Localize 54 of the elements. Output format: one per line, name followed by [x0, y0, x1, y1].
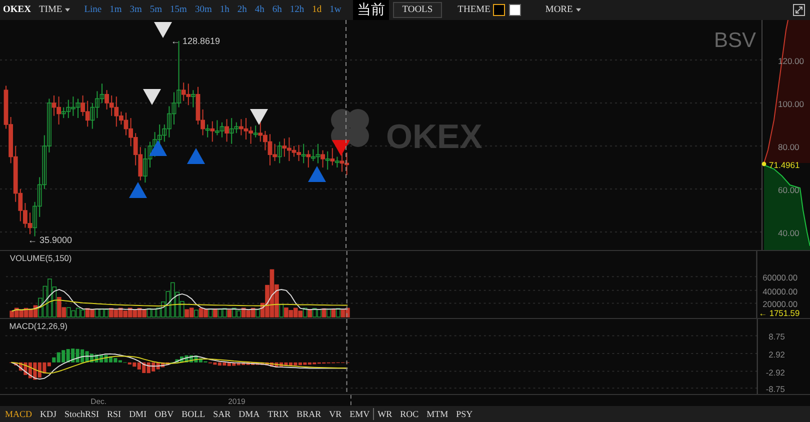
indicator-tab[interactable]: BRAR [296, 409, 322, 419]
indicator-tab[interactable]: StochRSI [64, 409, 100, 419]
tools-button[interactable]: TOOLS [393, 2, 442, 18]
last-volume-label: ← 1751.59 [758, 308, 800, 318]
symbol-label: BSV [714, 29, 756, 52]
interval-tab[interactable]: 15m [170, 5, 187, 15]
price-axis-label: 80.00 [778, 142, 800, 152]
price-axis-label: 100.00 [778, 99, 804, 109]
macd-title: MACD(12,26,9) [9, 320, 68, 331]
low-price-label: ← 35.9000 [28, 235, 72, 245]
indicator-tab[interactable]: BOLL [182, 409, 206, 419]
theme-label: THEME [458, 5, 490, 15]
macd-axis-label: 8.75 [768, 332, 785, 342]
volume-axis-label: 60000.00 [762, 272, 798, 283]
indicator-tab[interactable]: DMA [238, 409, 260, 419]
interval-tab[interactable]: 6h [272, 5, 282, 15]
indicator-tab[interactable]: OBV [154, 409, 174, 419]
brand-logo: OKEX [3, 5, 31, 15]
interval-tab[interactable]: Line [84, 5, 102, 15]
more-menu[interactable]: MORE [545, 5, 581, 15]
interval-tab[interactable]: 12h [290, 5, 304, 15]
macd-axis-label: -2.92 [766, 367, 785, 378]
price-axis-label: 60.00 [778, 185, 800, 195]
interval-tab[interactable]: 1h [220, 5, 230, 15]
volume-axis-label: 20000.00 [762, 299, 798, 310]
indicator-tab[interactable]: TRIX [268, 409, 289, 419]
price-axis-label: 40.00 [778, 228, 800, 238]
indicator-tab[interactable]: MACD [5, 409, 32, 419]
time-menu[interactable]: TIME [38, 5, 70, 15]
indicator-tab[interactable]: PSY [456, 409, 473, 419]
interval-tab[interactable]: 1m [110, 5, 122, 15]
interval-tab[interactable]: 3m [130, 5, 142, 15]
indicator-tab[interactable]: WR [378, 409, 392, 419]
interval-tab[interactable]: 4h [254, 5, 264, 15]
last-price-label: 71.4961 [769, 160, 800, 170]
interval-tab[interactable]: 1w [330, 5, 342, 15]
volume-axis-label: 40000.00 [762, 286, 798, 296]
indicator-tab[interactable]: ROC [400, 409, 419, 419]
indicator-tab[interactable]: MTM [426, 409, 448, 419]
interval-tab[interactable]: 2h [237, 5, 247, 15]
volume-title: VOLUME(5,150) [10, 252, 72, 263]
macd-axis-label: -8.75 [766, 384, 785, 394]
indicator-tab[interactable]: KDJ [40, 409, 57, 419]
high-price-label: ← 128.8619 [171, 36, 220, 46]
interval-tab[interactable]: 5m [150, 5, 162, 15]
interval-tab[interactable]: 1d [312, 5, 322, 15]
indicator-tab[interactable]: RSI [107, 409, 122, 419]
indicator-tab[interactable]: VR [329, 409, 342, 419]
macd-axis-label: 2.92 [768, 349, 785, 360]
indicator-tab[interactable]: SAR [213, 409, 231, 419]
interval-tab[interactable]: 30m [194, 5, 212, 15]
indicator-tab[interactable]: EMV [350, 409, 370, 419]
overlay-label: 当前 [353, 0, 390, 20]
indicator-tab[interactable]: DMI [129, 409, 147, 419]
